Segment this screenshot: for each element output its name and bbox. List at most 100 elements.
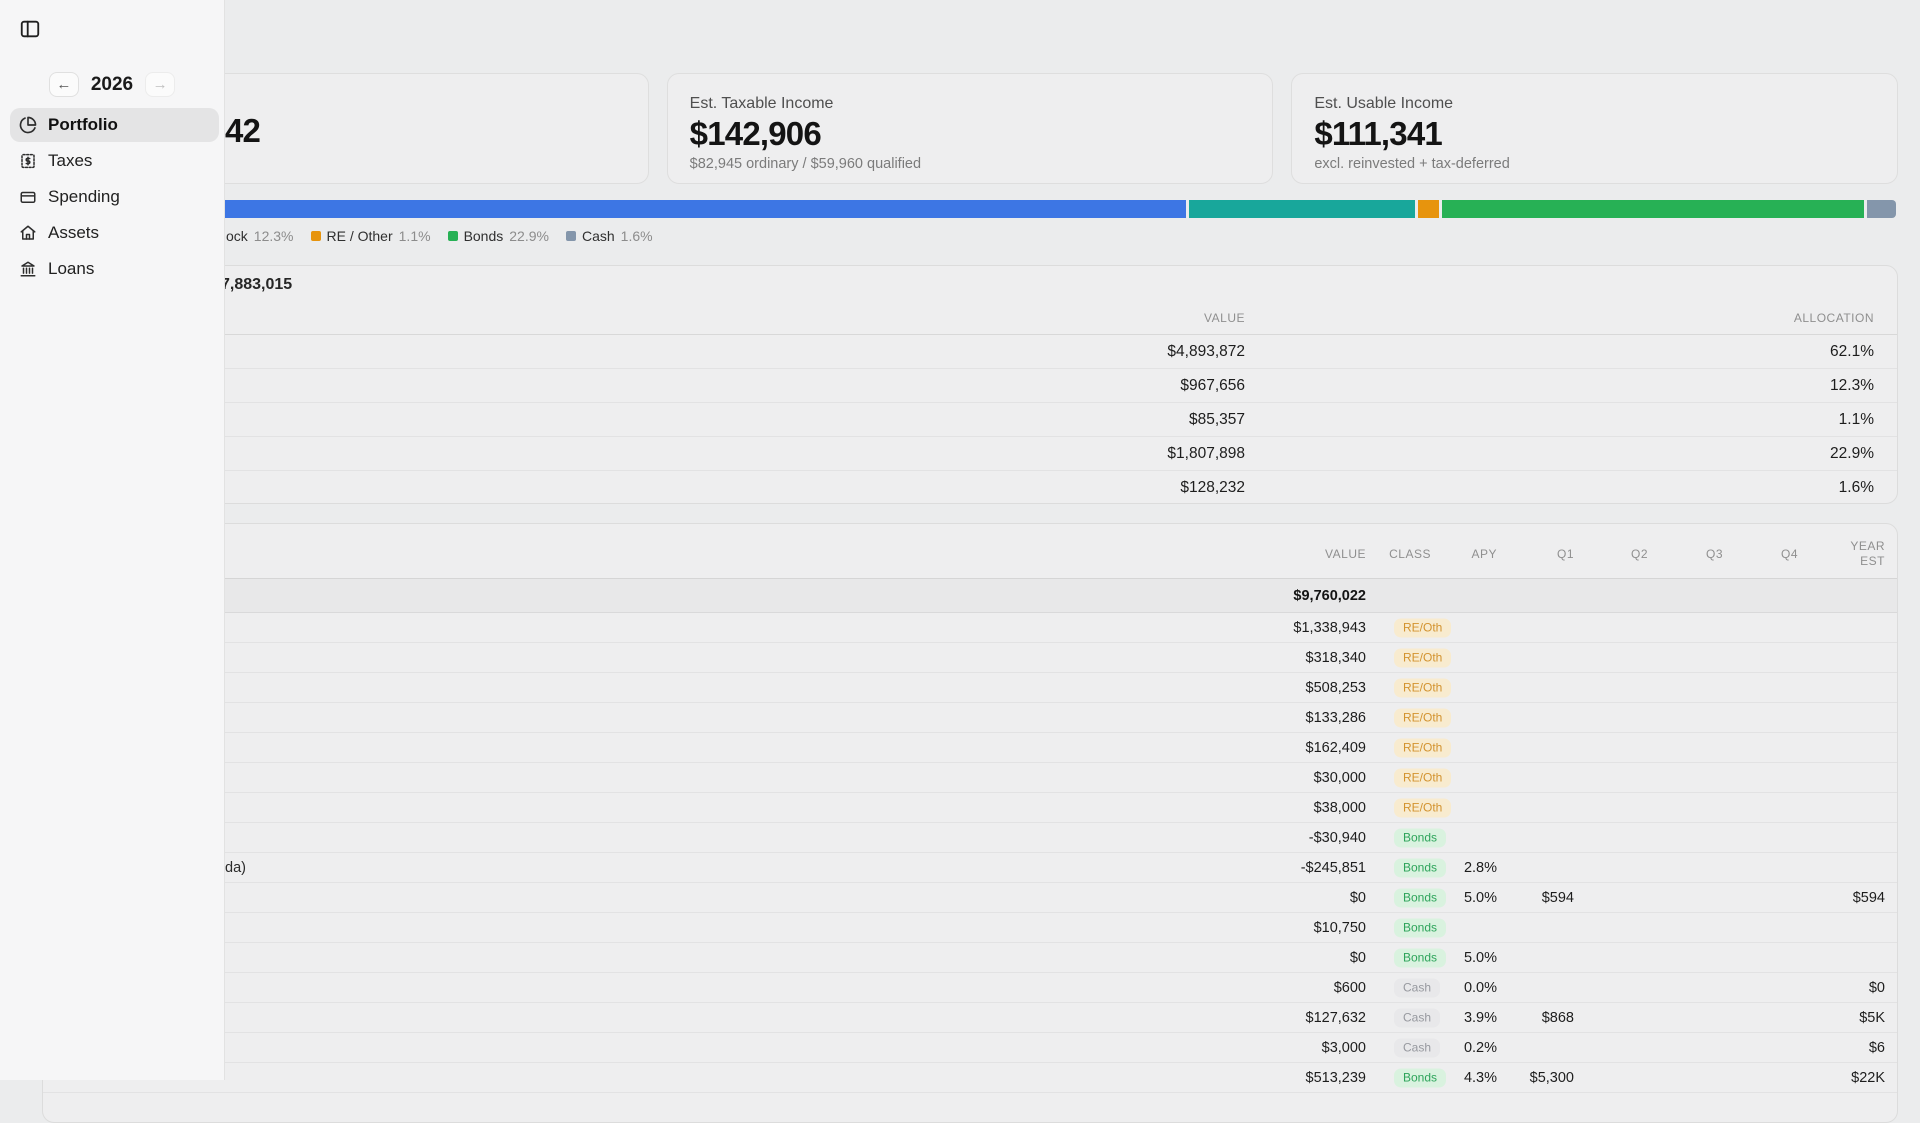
class-badge: Bonds (1394, 918, 1447, 937)
column-header-q3: Q3 (1705, 547, 1723, 561)
sidebar-item-portfolio[interactable]: Portfolio (10, 108, 219, 142)
cell-allocation: 1.6% (1838, 479, 1874, 496)
summary-cards-row: 42 Est. Taxable Income $142,906 $82,945 … (42, 73, 1899, 184)
column-header-apy: APY (1471, 547, 1497, 561)
table-row[interactable]: $38,000 RE/Oth (43, 793, 1897, 823)
table-row[interactable]: $967,656 12.3% (43, 369, 1897, 403)
holdings-table: VALUE CLASS APY Q1 Q2 Q3 Q4 YEAR EST $9,… (42, 523, 1898, 1123)
column-header-year-est: YEAR EST (1850, 539, 1885, 568)
table-row[interactable]: $0 Bonds 5.0% $594 $594 (43, 883, 1897, 913)
cell-allocation: 12.3% (1830, 376, 1874, 394)
card-label: Est. Taxable Income (689, 95, 834, 112)
cell-apy: 0.2% (1463, 1039, 1497, 1056)
table-row[interactable]: $3,000 Cash 0.2% $6 (43, 1033, 1897, 1063)
allocation-table-header: VALUE ALLOCATION (43, 302, 1897, 335)
card-subtext: excl. reinvested + tax-deferred (1314, 156, 1510, 172)
cell-value: $30,000 (1313, 769, 1366, 786)
table-row[interactable]: $162,409 RE/Oth (43, 733, 1897, 763)
legend-item-intl-stock-fragment: ock 12.3% (226, 228, 294, 244)
net-worth-value-fragment: 42 (225, 112, 261, 149)
table-row[interactable]: $133,286 RE/Oth (43, 703, 1897, 733)
table-row[interactable]: $318,340 RE/Oth (43, 643, 1897, 673)
table-row[interactable]: da) -$245,851 Bonds 2.8% (43, 853, 1897, 883)
cell-value: $128,232 (1180, 479, 1245, 496)
cell-value: $600 (1333, 979, 1366, 996)
sidebar-item-assets[interactable]: Assets (10, 216, 219, 250)
cell-q1: $868 (1541, 1009, 1574, 1026)
class-badge: Bonds (1394, 828, 1447, 847)
class-badge: RE/Oth (1394, 798, 1452, 817)
next-year-button[interactable]: → (145, 72, 176, 97)
holdings-table-header: VALUE CLASS APY Q1 Q2 Q3 Q4 YEAR EST (43, 524, 1897, 579)
table-row[interactable]: $513,239 Bonds 4.3% $5,300 $22K (43, 1063, 1897, 1093)
credit-card-icon (19, 188, 37, 206)
column-header-allocation: ALLOCATION (1793, 311, 1874, 325)
table-row[interactable]: $508,253 RE/Oth (43, 673, 1897, 703)
column-header-q2: Q2 (1630, 547, 1648, 561)
holdings-total-row: $9,760,022 (43, 579, 1897, 613)
legend-percent: 12.3% (253, 228, 294, 244)
cell-q1: $5,300 (1529, 1069, 1574, 1086)
column-header-value: VALUE (1325, 547, 1366, 561)
table-row[interactable]: $10,750 Bonds (43, 913, 1897, 943)
cell-year-est: $22K (1851, 1069, 1885, 1086)
cell-value: $4,893,872 (1167, 342, 1245, 360)
cell-value: $0 (1349, 889, 1366, 906)
class-badge: Cash (1394, 1038, 1441, 1057)
table-row[interactable]: $4,893,872 62.1% (43, 335, 1897, 369)
sidebar-item-label: Taxes (48, 151, 93, 170)
class-badge: RE/Oth (1394, 678, 1452, 697)
table-row[interactable]: $0 Bonds 5.0% (43, 943, 1897, 973)
pie-chart-icon (19, 116, 37, 134)
year-label: 2026 (90, 73, 134, 95)
table-row[interactable]: $85,357 1.1% (43, 403, 1897, 437)
table-row[interactable]: $1,338,943 RE/Oth (43, 613, 1897, 643)
sidebar-item-taxes[interactable]: Taxes (10, 144, 219, 178)
cell-apy: 3.9% (1463, 1009, 1497, 1026)
sidebar-item-label: Assets (48, 223, 100, 242)
allocation-table: 7,883,015 VALUE ALLOCATION $4,893,872 62… (42, 265, 1898, 504)
table-row[interactable]: $1,807,898 22.9% (43, 437, 1897, 471)
cell-value: $508,253 (1305, 679, 1366, 696)
table-row[interactable]: $30,000 RE/Oth (43, 763, 1897, 793)
class-badge: RE/Oth (1394, 708, 1452, 727)
legend-swatch-icon (310, 231, 321, 241)
cell-value: $127,632 (1305, 1009, 1366, 1026)
column-header-q4: Q4 (1780, 547, 1798, 561)
sidebar-toggle-button[interactable] (16, 15, 44, 43)
arrow-left-icon: ← (56, 76, 72, 93)
legend-swatch-icon (447, 231, 458, 241)
cell-q1: $594 (1541, 889, 1574, 906)
cell-allocation: 1.1% (1838, 410, 1874, 428)
column-header-q1: Q1 (1556, 547, 1574, 561)
legend-percent: 22.9% (509, 228, 549, 244)
cell-value: $0 (1349, 949, 1366, 966)
bank-icon (19, 260, 37, 278)
class-badge: Bonds (1394, 1068, 1447, 1087)
allocation-bar-segment (1418, 200, 1439, 218)
cell-value: $85,357 (1188, 410, 1245, 428)
table-row[interactable]: $127,632 Cash 3.9% $868 $5K (43, 1003, 1897, 1033)
allocation-bar-segment (1188, 200, 1416, 218)
table-row[interactable]: $128,232 1.6% (43, 471, 1897, 505)
legend-item-cash: Cash 1.6% (565, 228, 653, 244)
cell-value: $1,338,943 (1293, 619, 1366, 636)
sidebar: ← 2026 → Portfolio Taxes Spending Assets… (0, 0, 225, 1080)
sidebar-item-spending[interactable]: Spending (10, 180, 219, 214)
cell-apy: 0.0% (1463, 979, 1497, 996)
legend-label-fragment: ock (226, 228, 248, 244)
cell-year-est: $5K (1859, 1009, 1885, 1026)
sidebar-item-loans[interactable]: Loans (10, 252, 219, 286)
table-row[interactable]: $600 Cash 0.0% $0 (43, 973, 1897, 1003)
cell-value: $162,409 (1305, 739, 1366, 756)
legend-label: RE / Other (326, 228, 393, 244)
card-value: $111,341 (1314, 115, 1442, 152)
table-row[interactable]: -$30,940 Bonds (43, 823, 1897, 853)
previous-year-button[interactable]: ← (48, 72, 79, 97)
sidebar-item-label: Loans (48, 259, 95, 278)
column-header-value: VALUE (1204, 311, 1245, 325)
class-badge: RE/Oth (1394, 648, 1452, 667)
allocation-legend: ock 12.3% RE / Other 1.1% Bonds 22.9% Ca… (226, 228, 653, 244)
cell-value: $318,340 (1305, 649, 1366, 666)
cell-value: $38,000 (1313, 799, 1366, 816)
